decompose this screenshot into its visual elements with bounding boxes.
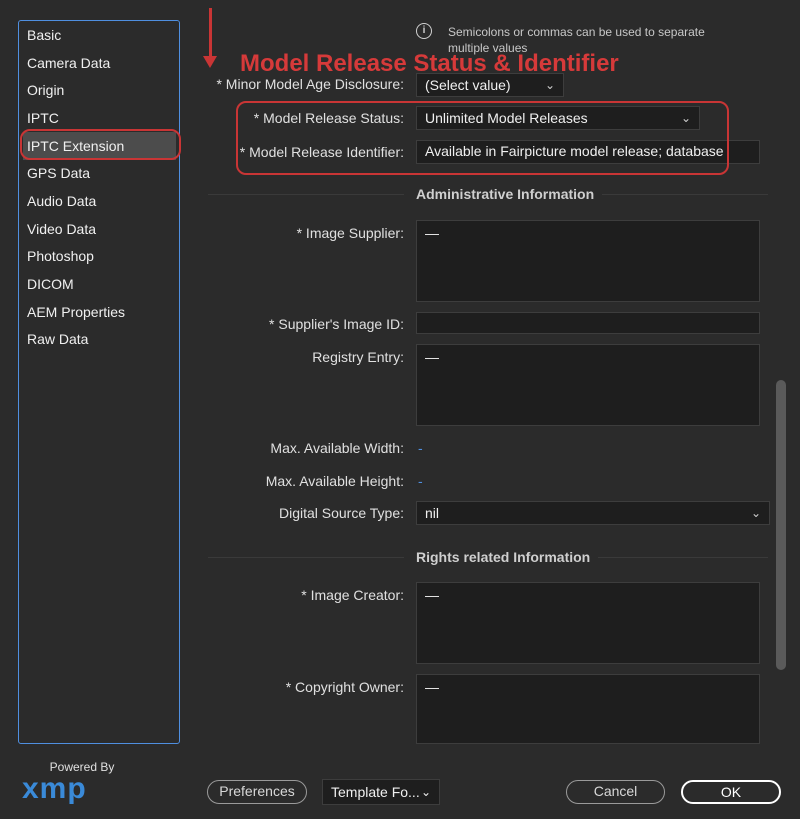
sidebar-item-origin[interactable]: Origin [23, 76, 176, 104]
template-folder-select[interactable]: Template Fo... ⌄ [322, 779, 440, 805]
sidebar-item-camera-data[interactable]: Camera Data [23, 49, 176, 77]
minor-age-value: (Select value) [425, 77, 511, 93]
chevron-down-icon: ⌄ [544, 78, 555, 92]
preferences-button[interactable]: Preferences [207, 780, 307, 804]
ok-button[interactable]: OK [681, 780, 781, 804]
sidebar-item-dicom[interactable]: DICOM [23, 270, 176, 298]
registry-entry-label: Registry Entry: [312, 349, 404, 365]
sidebar-item-photoshop[interactable]: Photoshop [23, 242, 176, 270]
minor-age-label: * Minor Model Age Disclosure: [216, 76, 404, 92]
image-supplier-textarea[interactable]: — [416, 220, 760, 302]
copyright-owner-textarea[interactable]: — [416, 674, 760, 744]
xmp-wordmark: xmp [22, 772, 87, 805]
sidebar-item-raw-data[interactable]: Raw Data [23, 325, 176, 353]
rights-section-title: Rights related Information [416, 549, 591, 565]
digital-source-type-select[interactable]: nil ⌄ [416, 501, 770, 525]
image-supplier-label: * Image Supplier: [296, 225, 404, 241]
chevron-down-icon: ⌄ [420, 785, 431, 799]
supplier-image-id-label: * Supplier's Image ID: [269, 316, 404, 332]
image-creator-label: * Image Creator: [301, 587, 404, 603]
info-icon: i [416, 23, 432, 39]
template-folder-value: Template Fo... [331, 784, 420, 800]
sidebar-highlight-annotation [20, 129, 181, 160]
sidebar-item-gps-data[interactable]: GPS Data [23, 159, 176, 187]
cancel-button[interactable]: Cancel [566, 780, 665, 804]
annotation-arrow-line [209, 8, 212, 60]
digital-source-type-label: Digital Source Type: [278, 505, 404, 521]
sidebar-item-audio-data[interactable]: Audio Data [23, 187, 176, 215]
max-height-value: - [418, 473, 423, 489]
minor-age-select[interactable]: (Select value) ⌄ [416, 73, 564, 97]
max-width-value: - [418, 440, 423, 456]
release-fields-annotation [236, 101, 729, 175]
max-height-label: Max. Available Height: [265, 473, 404, 489]
copyright-owner-label: * Copyright Owner: [285, 679, 404, 695]
chevron-down-icon: ⌄ [750, 506, 761, 520]
annotation-arrow-head [203, 56, 217, 68]
image-creator-textarea[interactable]: — [416, 582, 760, 664]
max-width-label: Max. Available Width: [270, 440, 404, 456]
divider [208, 194, 404, 195]
divider [208, 557, 404, 558]
supplier-image-id-input[interactable] [416, 312, 760, 334]
registry-entry-textarea[interactable]: — [416, 344, 760, 426]
digital-source-type-value: nil [425, 505, 440, 521]
sidebar-item-video-data[interactable]: Video Data [23, 215, 176, 243]
divider [602, 194, 768, 195]
divider [598, 557, 768, 558]
sidebar-item-basic[interactable]: Basic [23, 21, 176, 49]
sidebar-item-aem-properties[interactable]: AEM Properties [23, 298, 176, 326]
administrative-section-title: Administrative Information [416, 186, 595, 202]
sidebar-item-iptc[interactable]: IPTC [23, 104, 176, 132]
scrollbar-thumb[interactable] [776, 380, 786, 670]
